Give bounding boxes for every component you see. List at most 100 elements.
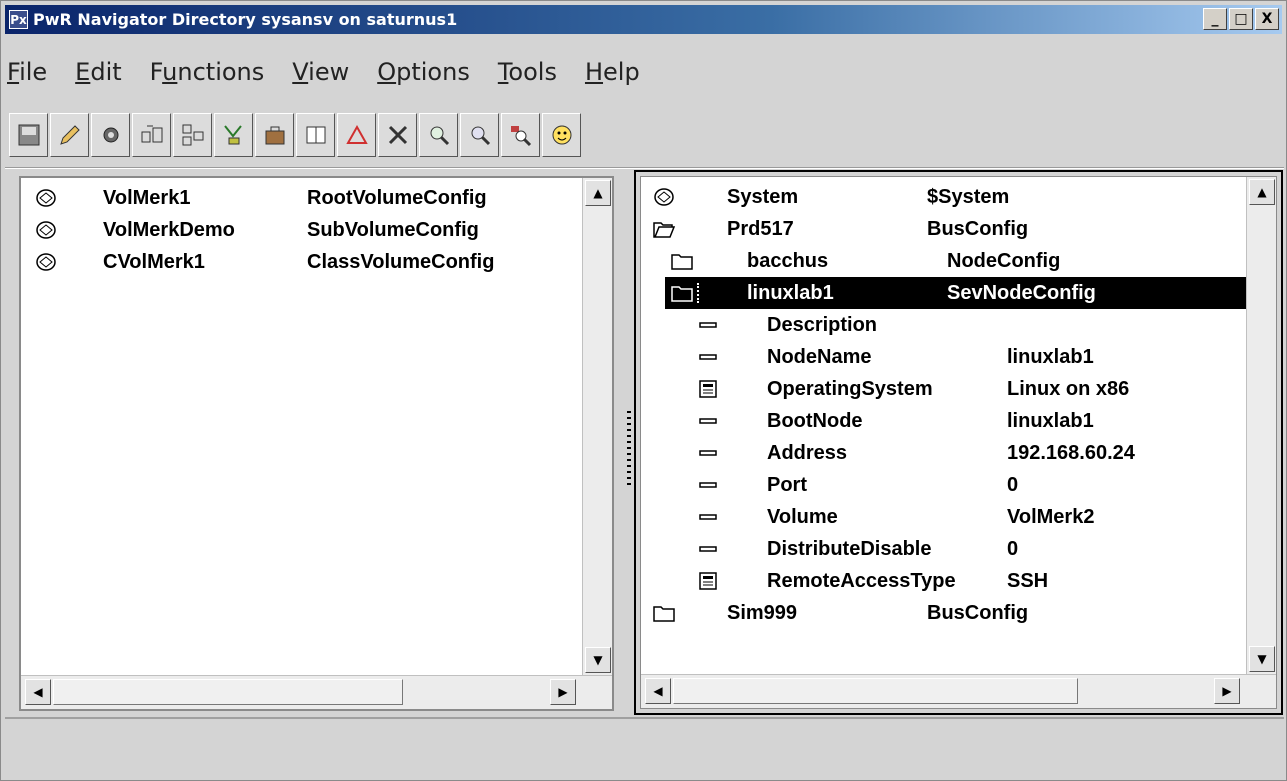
object-name: Description — [767, 314, 878, 336]
pencil-button[interactable] — [50, 113, 89, 157]
title-bar[interactable]: Px PwR Navigator Directory sysansv on sa… — [5, 5, 1282, 34]
attribute-row[interactable]: NodeName linuxlab1 — [647, 341, 1244, 373]
menu-item[interactable]: Functions — [150, 58, 265, 86]
node-marker — [697, 283, 700, 303]
volume-list-pane[interactable]: VolMerk1 RootVolumeConfig VolMerkDemo SubVo… — [19, 176, 614, 711]
save-button[interactable] — [9, 113, 48, 157]
attribute-row[interactable]: Volume VolMerk2 — [647, 501, 1244, 533]
attribute-icon — [695, 410, 721, 432]
merge-icon — [223, 125, 242, 145]
open-object-icon — [141, 125, 162, 143]
attribute-row[interactable]: Description — [647, 309, 1244, 341]
horizontal-scrollbar[interactable]: ◀ ▶ — [641, 674, 1276, 708]
horizontal-scrollbar[interactable]: ◀ ▶ — [21, 675, 612, 709]
status-divider — [5, 717, 1284, 719]
zoom-reset-icon — [510, 126, 531, 147]
menu-item[interactable]: Help — [585, 58, 640, 86]
menu-item[interactable]: File — [7, 58, 47, 86]
list-item[interactable]: VolMerk1 RootVolumeConfig — [27, 182, 576, 214]
tree-node[interactable]: bacchus NodeConfig — [647, 245, 1244, 277]
attribute-icon — [695, 538, 721, 560]
attribute-row[interactable]: DistributeDisable 0 — [647, 533, 1244, 565]
scroll-right-button[interactable]: ▶ — [1214, 678, 1240, 704]
volume-icon — [33, 251, 59, 273]
close-button[interactable]: X — [1255, 8, 1279, 30]
scroll-left-button[interactable]: ◀ — [25, 679, 51, 705]
tools-button[interactable] — [378, 113, 417, 157]
tree-node[interactable]: linuxlab1 SevNodeConfig — [665, 277, 1248, 309]
volume-icon — [651, 186, 677, 208]
zoom-in-button[interactable] — [419, 113, 458, 157]
scroll-down-button[interactable]: ▼ — [1249, 646, 1275, 672]
scroll-up-button[interactable]: ▲ — [585, 180, 611, 206]
object-name: CVolMerk1 — [103, 251, 205, 273]
object-value: BusConfig — [927, 218, 1029, 240]
gear-icon — [103, 127, 118, 143]
tree-node[interactable]: Sim999 BusConfig — [647, 597, 1244, 629]
menu-item[interactable]: Options — [377, 58, 470, 86]
attribute-icon — [695, 442, 721, 464]
warning-triangle-button[interactable] — [337, 113, 376, 157]
attribute-row[interactable]: RemoteAccessType SSH — [647, 565, 1244, 597]
object-name: Volume — [767, 506, 838, 528]
object-class: ClassVolumeConfig — [307, 251, 495, 273]
object-value: NodeConfig — [947, 250, 1061, 272]
enum-icon — [695, 378, 721, 400]
warning-triangle-icon — [345, 124, 368, 144]
volume-icon — [33, 219, 59, 241]
zoom-in-icon — [430, 126, 449, 146]
save-icon — [18, 124, 39, 146]
scroll-left-button[interactable]: ◀ — [645, 678, 671, 704]
pane-splitter-handle[interactable] — [627, 411, 631, 485]
merge-button[interactable] — [214, 113, 253, 157]
object-class: RootVolumeConfig — [307, 187, 487, 209]
folder-icon — [669, 250, 695, 272]
tools-icon — [388, 125, 407, 145]
split-window-button[interactable] — [296, 113, 335, 157]
enum-icon — [695, 570, 721, 592]
scroll-thumb[interactable] — [53, 679, 403, 705]
menu-item[interactable]: View — [292, 58, 349, 86]
object-value: VolMerk2 — [1007, 506, 1095, 528]
folder-icon — [651, 602, 677, 624]
menu-bar: File Edit Functions View Options Tools Help — [5, 37, 1284, 107]
object-name: Prd517 — [727, 218, 794, 240]
scroll-up-button[interactable]: ▲ — [1249, 179, 1275, 205]
object-tree-pane[interactable]: System $System Prd517 BusConfig bacchus NodeC… — [640, 176, 1277, 709]
volume-list: VolMerk1 RootVolumeConfig VolMerkDemo SubVo… — [27, 182, 576, 278]
briefcase-button[interactable] — [255, 113, 294, 157]
pencil-icon — [59, 125, 80, 145]
object-name: linuxlab1 — [747, 282, 834, 304]
vertical-scrollbar[interactable]: ▲ ▼ — [1246, 177, 1276, 674]
object-value: SevNodeConfig — [947, 282, 1096, 304]
zoom-reset-button[interactable] — [501, 113, 540, 157]
object-class: SubVolumeConfig — [307, 219, 479, 241]
list-item[interactable]: CVolMerk1 ClassVolumeConfig — [27, 246, 576, 278]
volume-icon — [33, 187, 59, 209]
attribute-row[interactable]: BootNode linuxlab1 — [647, 405, 1244, 437]
smiley-button[interactable] — [542, 113, 581, 157]
maximize-button[interactable]: □ — [1229, 8, 1253, 30]
menu-item[interactable]: Tools — [498, 58, 557, 86]
attribute-row[interactable]: Address 192.168.60.24 — [647, 437, 1244, 469]
scroll-right-button[interactable]: ▶ — [550, 679, 576, 705]
minimize-button[interactable]: _ — [1203, 8, 1227, 30]
scroll-thumb[interactable] — [673, 678, 1078, 704]
object-value: Linux on x86 — [1007, 378, 1130, 400]
scroll-down-button[interactable]: ▼ — [585, 647, 611, 673]
window-title: PwR Navigator Directory sysansv on satur… — [33, 10, 458, 29]
tree-node[interactable]: System $System — [647, 181, 1244, 213]
hierarchy-button[interactable] — [173, 113, 212, 157]
open-object-button[interactable] — [132, 113, 171, 157]
vertical-scrollbar[interactable]: ▲ ▼ — [582, 178, 612, 675]
object-name: RemoteAccessType — [767, 570, 956, 592]
object-name: Port — [767, 474, 807, 496]
zoom-out-button[interactable] — [460, 113, 499, 157]
object-name: System — [727, 186, 799, 208]
menu-item[interactable]: Edit — [75, 58, 121, 86]
list-item[interactable]: VolMerkDemo SubVolumeConfig — [27, 214, 576, 246]
attribute-row[interactable]: Port 0 — [647, 469, 1244, 501]
tree-node[interactable]: Prd517 BusConfig — [647, 213, 1244, 245]
attribute-row[interactable]: OperatingSystem Linux on x86 — [647, 373, 1244, 405]
gear-button[interactable] — [91, 113, 130, 157]
